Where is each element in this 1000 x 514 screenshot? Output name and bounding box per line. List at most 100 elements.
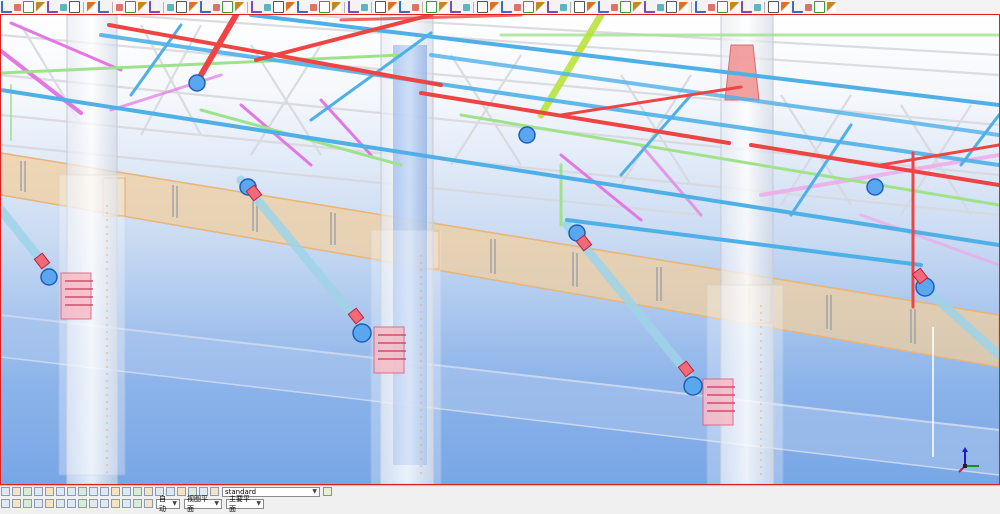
pan-icon[interactable] <box>547 1 558 13</box>
pipe-icon[interactable] <box>14 3 21 11</box>
model-icon[interactable] <box>116 3 123 11</box>
help-icon[interactable] <box>827 2 836 12</box>
drawing-icon[interactable] <box>805 3 812 11</box>
select-weld-icon[interactable] <box>620 1 631 13</box>
plate-icon[interactable] <box>200 1 211 13</box>
paste-icon[interactable] <box>463 3 470 11</box>
pointer-icon[interactable] <box>1 1 12 13</box>
measure-icon[interactable] <box>251 1 262 13</box>
weld-icon[interactable] <box>69 1 80 13</box>
fitting-icon[interactable] <box>189 2 198 12</box>
macro-icon[interactable] <box>67 499 76 508</box>
filter-weld-icon[interactable] <box>730 2 739 12</box>
properties-icon[interactable] <box>768 1 779 13</box>
select-planes-icon[interactable] <box>133 487 142 496</box>
view-icon[interactable] <box>477 1 488 13</box>
catalog-icon[interactable] <box>138 2 147 12</box>
target-icon[interactable] <box>361 3 368 11</box>
select-surfaces-icon[interactable] <box>23 487 32 496</box>
beam-icon[interactable] <box>23 1 34 13</box>
snap-icon[interactable] <box>273 1 284 13</box>
connection-icon[interactable] <box>213 3 220 11</box>
select-all-icon[interactable] <box>144 487 153 496</box>
undo-icon[interactable] <box>426 1 437 13</box>
select-parts-icon[interactable] <box>12 487 21 496</box>
close-icon[interactable] <box>235 2 244 12</box>
print-icon[interactable] <box>412 3 419 11</box>
clash-icon[interactable] <box>78 499 87 508</box>
bolt-icon[interactable] <box>167 3 174 11</box>
select-plane-icon[interactable] <box>666 1 677 13</box>
select-bolts-icon[interactable] <box>100 487 109 496</box>
filter-grid-icon[interactable] <box>754 3 761 11</box>
select-cuts-icon[interactable] <box>56 487 65 496</box>
select-bolt-icon[interactable] <box>611 3 618 11</box>
snap-override-icon[interactable] <box>12 499 21 508</box>
detail-icon[interactable] <box>222 1 233 13</box>
component-icon[interactable] <box>125 1 136 13</box>
save-icon[interactable] <box>149 1 160 13</box>
select-assemblies-icon[interactable] <box>78 487 87 496</box>
select-cut-icon[interactable] <box>633 2 642 12</box>
clip-icon[interactable] <box>501 1 512 13</box>
ortho-icon[interactable] <box>34 499 43 508</box>
inquire-icon[interactable] <box>781 2 790 12</box>
tag-icon[interactable] <box>348 1 359 13</box>
save-file-icon[interactable] <box>399 1 410 13</box>
select-part-icon[interactable] <box>587 2 596 12</box>
report-icon[interactable] <box>792 1 803 13</box>
zoom-icon[interactable] <box>514 3 521 11</box>
polybeam-icon[interactable] <box>47 1 58 13</box>
snap-perpendicular-icon[interactable] <box>319 1 330 13</box>
snap-mid-icon[interactable] <box>297 1 308 13</box>
curved-beam-icon[interactable] <box>36 2 45 12</box>
camera-icon[interactable] <box>100 499 109 508</box>
snap-grid-icon[interactable] <box>332 2 341 12</box>
new-icon[interactable] <box>375 1 386 13</box>
work-area-icon[interactable] <box>89 499 98 508</box>
snap-center-icon[interactable] <box>177 487 186 496</box>
view-3d-icon[interactable] <box>490 2 499 12</box>
select-assembly-icon[interactable] <box>598 1 609 13</box>
select-grid-icon[interactable] <box>644 1 655 13</box>
zoom-in-icon[interactable] <box>523 1 534 13</box>
snap-intersect-icon[interactable] <box>310 3 317 11</box>
snap-toggle-icon[interactable] <box>1 499 10 508</box>
open-icon[interactable] <box>388 2 397 12</box>
copy-icon[interactable] <box>450 1 461 13</box>
select-grid-icon[interactable] <box>34 487 43 496</box>
filter-settings-icon[interactable] <box>323 487 332 496</box>
redo-icon[interactable] <box>439 2 448 12</box>
select-views-icon[interactable] <box>122 487 131 496</box>
select-components-icon[interactable] <box>89 487 98 496</box>
grid-toggle-icon[interactable] <box>56 499 65 508</box>
list-icon[interactable] <box>814 1 825 13</box>
select-reference-icon[interactable] <box>111 487 120 496</box>
filter-bolt-icon[interactable] <box>717 1 728 13</box>
lock-icon[interactable] <box>23 499 32 508</box>
select-welds-icon[interactable] <box>67 487 76 496</box>
line-icon[interactable] <box>60 3 67 11</box>
select-all-icon[interactable] <box>574 1 585 13</box>
work-plane-dropdown[interactable]: 主要平面 ▼ <box>226 495 264 513</box>
measure-angle-icon[interactable] <box>264 3 271 11</box>
hand-icon[interactable] <box>98 1 109 13</box>
filter-icon[interactable] <box>695 1 706 13</box>
plane-icon[interactable] <box>122 499 131 508</box>
filter-component-icon[interactable] <box>741 1 752 13</box>
layer-icon[interactable] <box>133 499 142 508</box>
filter-part-icon[interactable] <box>708 3 715 11</box>
select-points-icon[interactable] <box>45 487 54 496</box>
rotate-icon[interactable] <box>560 3 567 11</box>
select-component-icon[interactable] <box>679 2 688 12</box>
model-viewport[interactable] <box>0 14 1000 485</box>
zoom-out-icon[interactable] <box>536 2 545 12</box>
info-icon[interactable] <box>111 499 120 508</box>
select-objects-icon[interactable] <box>1 487 10 496</box>
snap-mode-dropdown[interactable]: 自动 ▼ <box>156 495 180 513</box>
snap-end-icon[interactable] <box>286 2 295 12</box>
cut-icon[interactable] <box>176 1 187 13</box>
select-point-icon[interactable] <box>657 3 664 11</box>
move-icon[interactable] <box>87 2 96 12</box>
render-icon[interactable] <box>144 499 153 508</box>
